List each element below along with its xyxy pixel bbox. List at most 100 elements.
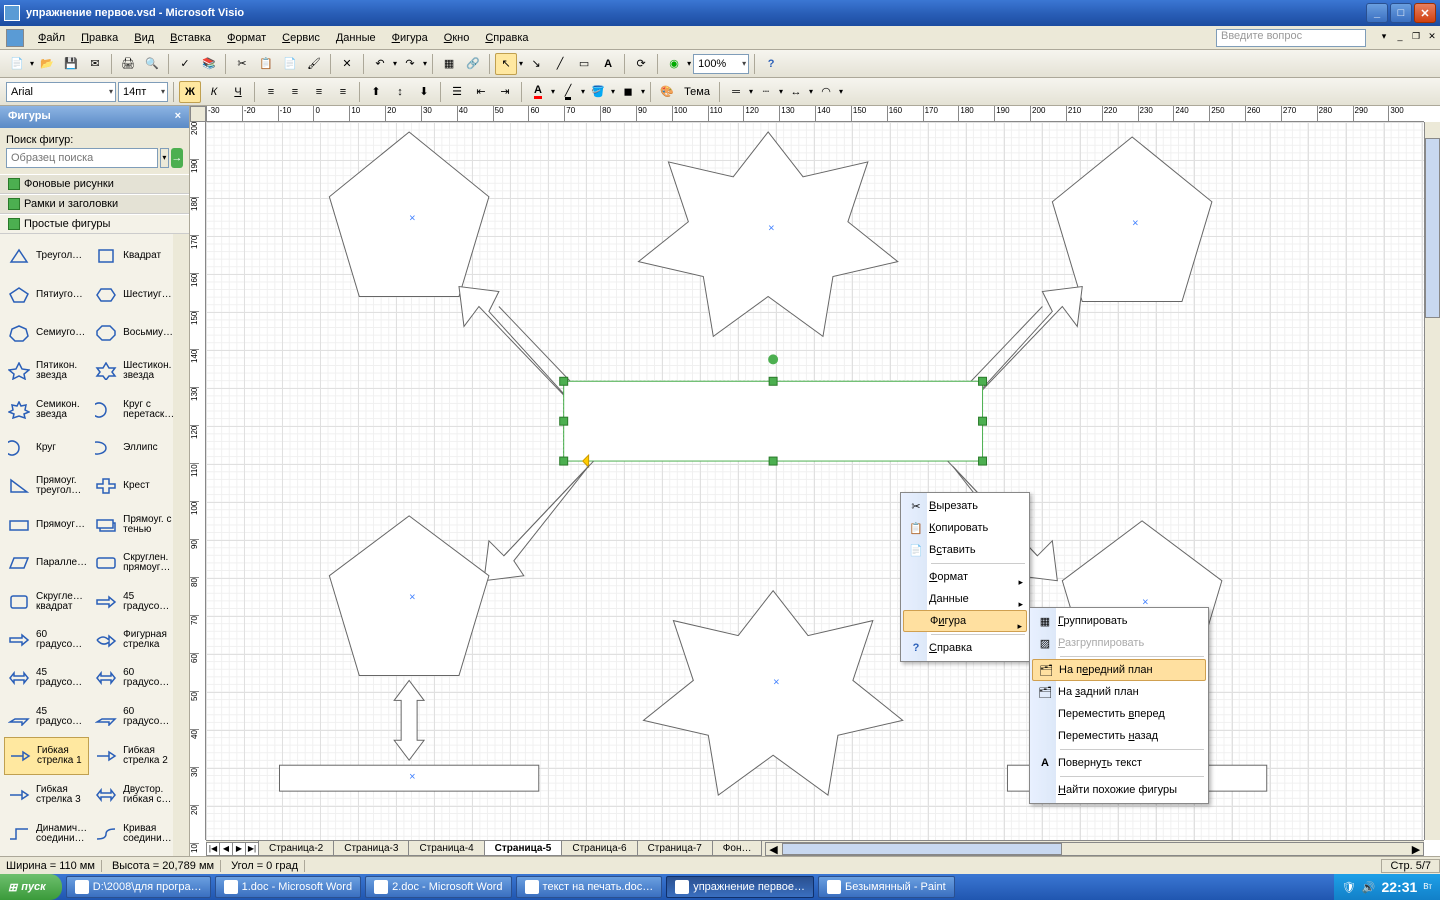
- shape-stencil-item[interactable]: Фигурная стрелка: [91, 622, 173, 658]
- spellcheck-button[interactable]: ✓: [174, 53, 196, 75]
- italic-button[interactable]: К: [203, 81, 225, 103]
- help-search[interactable]: Введите вопрос: [1216, 29, 1366, 47]
- fontsize-combo[interactable]: 14пт: [118, 82, 168, 102]
- taskbar-button[interactable]: 2.doc - Microsoft Word: [365, 876, 511, 898]
- line-color-button[interactable]: ╱: [557, 81, 579, 103]
- taskbar-button[interactable]: текст на печать.doc…: [516, 876, 663, 898]
- corner-button[interactable]: ◠: [815, 81, 837, 103]
- bullets-button[interactable]: ☰: [446, 81, 468, 103]
- pointer-tool[interactable]: ↖: [495, 53, 517, 75]
- menu-Вставка[interactable]: Вставка: [162, 32, 219, 44]
- print-button[interactable]: 🖨: [117, 53, 139, 75]
- page-tab[interactable]: Страница-3: [333, 841, 409, 856]
- rotate-tool[interactable]: ⟳: [630, 53, 652, 75]
- close-button[interactable]: ✕: [1414, 3, 1436, 23]
- system-tray[interactable]: 🛡 🔊 22:31 Вт: [1334, 874, 1440, 900]
- shapes-search-go[interactable]: →: [171, 148, 183, 168]
- shape-stencil-item[interactable]: Крест: [91, 468, 173, 504]
- menu-Правка[interactable]: Правка: [73, 32, 126, 44]
- shape-stencil-item[interactable]: Гибкая стрелка 1: [4, 737, 89, 775]
- shape-stencil-item[interactable]: Шестикон. звезда: [91, 353, 173, 389]
- indent-inc-button[interactable]: ⇥: [494, 81, 516, 103]
- menu-item-Группировать[interactable]: ▦Группировать: [1032, 610, 1206, 632]
- menu-Файл[interactable]: Файл: [30, 32, 73, 44]
- snap-button[interactable]: ◉: [663, 53, 685, 75]
- rectangle-tool[interactable]: ▭: [573, 53, 595, 75]
- indent-dec-button[interactable]: ⇤: [470, 81, 492, 103]
- tray-icon[interactable]: 🔊: [1362, 881, 1376, 894]
- paste-button[interactable]: 📄: [279, 53, 301, 75]
- line-weight-button[interactable]: ═: [725, 81, 747, 103]
- align-right-button[interactable]: ≡: [308, 81, 330, 103]
- menu-item-Фигура[interactable]: Фигура: [903, 610, 1027, 632]
- taskbar-button[interactable]: Безымянный - Paint: [818, 876, 955, 898]
- link-button[interactable]: 🔗: [462, 53, 484, 75]
- page-prev[interactable]: ◀: [219, 842, 233, 856]
- menu-Данные[interactable]: Данные: [328, 32, 384, 44]
- menu-item-Справка[interactable]: ?Справка: [903, 637, 1027, 659]
- menu-item-Повернуть текст[interactable]: AПовернуть текст: [1032, 752, 1206, 774]
- page-tab[interactable]: Страница-7: [637, 841, 713, 856]
- shape-category[interactable]: Рамки и заголовки: [0, 194, 189, 214]
- open-button[interactable]: 📂: [36, 53, 58, 75]
- taskbar-button[interactable]: 1.doc - Microsoft Word: [215, 876, 361, 898]
- shapes-panel-close[interactable]: ×: [175, 110, 181, 124]
- start-button[interactable]: ⊞ пуск: [0, 874, 62, 900]
- shape-stencil-item[interactable]: Эллипс: [91, 430, 173, 466]
- shape-stencil-item[interactable]: Прямоуг…: [4, 507, 89, 543]
- format-painter-button[interactable]: 🖌: [303, 53, 325, 75]
- menu-item-Вставить[interactable]: 📄Вставить: [903, 539, 1027, 561]
- help-button[interactable]: ?: [760, 53, 782, 75]
- search-dropdown[interactable]: ▾: [160, 148, 169, 168]
- shape-stencil-item[interactable]: Скругле… квадрат: [4, 583, 89, 619]
- shape-stencil-item[interactable]: Гибкая стрелка 3: [4, 777, 89, 813]
- horizontal-scrollbar[interactable]: ◀ ▶: [765, 842, 1424, 856]
- mdi-close[interactable]: ✕: [1425, 31, 1439, 45]
- shape-stencil-item[interactable]: Двустор. гибкая с…: [91, 777, 173, 813]
- redo-button[interactable]: ↷: [399, 53, 421, 75]
- menu-item-Переместить вперед[interactable]: Переместить вперед: [1032, 703, 1206, 725]
- line-tool[interactable]: ╱: [549, 53, 571, 75]
- mdi-min[interactable]: _: [1393, 31, 1407, 45]
- page-first[interactable]: |◀: [206, 842, 220, 856]
- maximize-button[interactable]: □: [1390, 3, 1412, 23]
- menu-Сервис[interactable]: Сервис: [274, 32, 328, 44]
- shape-stencil-item[interactable]: Пятиуго…: [4, 276, 89, 312]
- text-tool[interactable]: A: [597, 53, 619, 75]
- shape-stencil-item[interactable]: Пятикон. звезда: [4, 353, 89, 389]
- shapes-window-button[interactable]: ▦: [438, 53, 460, 75]
- zoom-combo[interactable]: 100%: [693, 54, 749, 74]
- line-ends-button[interactable]: ↔: [785, 81, 807, 103]
- menu-item-Переместить назад[interactable]: Переместить назад: [1032, 725, 1206, 747]
- menu-Окно[interactable]: Окно: [436, 32, 478, 44]
- page-last[interactable]: ▶|: [245, 842, 259, 856]
- menu-item-Формат[interactable]: Формат: [903, 566, 1027, 588]
- shape-stencil-item[interactable]: 45 градусо…: [4, 660, 89, 696]
- email-button[interactable]: ✉: [84, 53, 106, 75]
- menu-Вид[interactable]: Вид: [126, 32, 162, 44]
- shapes-search-input[interactable]: [6, 148, 158, 168]
- menu-item-На задний план[interactable]: 🗂На задний план: [1032, 681, 1206, 703]
- shape-stencil-item[interactable]: Паралле…: [4, 545, 89, 581]
- shape-stencil-item[interactable]: Квадрат: [91, 238, 173, 274]
- valign-bottom-button[interactable]: ⬇: [413, 81, 435, 103]
- align-center-button[interactable]: ≡: [284, 81, 306, 103]
- shape-stencil-item[interactable]: 60 градусо…: [91, 699, 173, 735]
- fill-color-button[interactable]: 🪣: [587, 81, 609, 103]
- tray-icon[interactable]: 🛡: [1342, 881, 1356, 894]
- new-button[interactable]: 📄: [6, 53, 28, 75]
- shape-stencil-item[interactable]: Восьмиу…: [91, 315, 173, 351]
- shape-stencil-item[interactable]: Кривая соедини…: [91, 816, 173, 852]
- underline-button[interactable]: Ч: [227, 81, 249, 103]
- shape-stencil-item[interactable]: 60 градусо…: [91, 660, 173, 696]
- undo-button[interactable]: ↶: [369, 53, 391, 75]
- menu-Фигура[interactable]: Фигура: [384, 32, 436, 44]
- taskbar-button[interactable]: D:\2008\для програ…: [66, 876, 211, 898]
- shadow-button[interactable]: ◼: [617, 81, 639, 103]
- cut-button[interactable]: ✂: [231, 53, 253, 75]
- research-button[interactable]: 📚: [198, 53, 220, 75]
- shape-stencil-item[interactable]: Прямоуг. с тенью: [91, 507, 173, 543]
- save-button[interactable]: 💾: [60, 53, 82, 75]
- shape-category[interactable]: Фоновые рисунки: [0, 174, 189, 194]
- shape-stencil-item[interactable]: 45 градусо…: [4, 699, 89, 735]
